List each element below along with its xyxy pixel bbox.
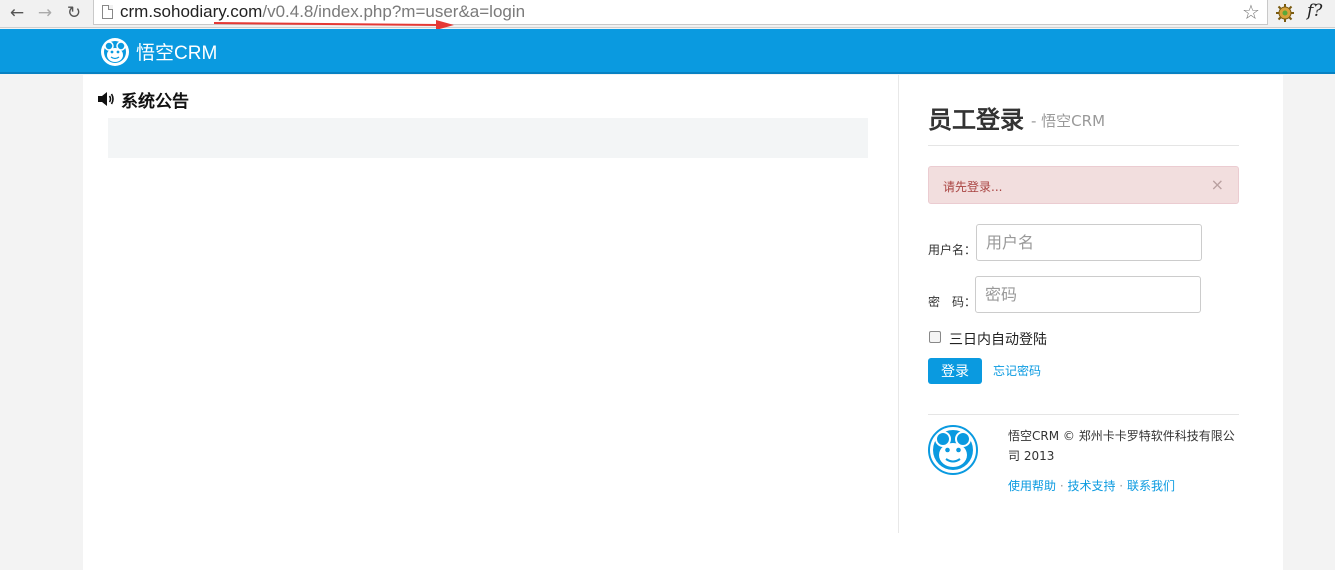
link-separator: ·: [1115, 479, 1127, 493]
alert-text: 请先登录...: [943, 180, 1003, 194]
contact-link[interactable]: 联系我们: [1127, 479, 1175, 493]
reload-icon[interactable]: ↻: [63, 2, 85, 24]
page-icon: [102, 5, 113, 19]
column-divider: [898, 75, 899, 533]
remember-checkbox[interactable]: [929, 331, 941, 343]
back-arrow-icon[interactable]: ←: [6, 2, 28, 24]
support-link[interactable]: 技术支持: [1067, 479, 1115, 493]
notice-list: [108, 118, 868, 158]
url-text[interactable]: crm.sohodiary.com/v0.4.8/index.php?m=use…: [120, 2, 525, 22]
login-title: 员工登录: [928, 106, 1024, 134]
login-button[interactable]: 登录: [928, 358, 982, 384]
title-divider: [928, 145, 1239, 146]
password-label: 密 码：: [928, 295, 977, 309]
footer-divider: [928, 414, 1239, 415]
star-icon[interactable]: ☆: [1242, 1, 1260, 23]
fx-icon[interactable]: f?: [1307, 1, 1322, 21]
monkey-logo-icon[interactable]: [100, 37, 130, 67]
main-content: 系统公告 员工登录 - 悟空CRM 请先登录... × 用户名： 密 码： 三日…: [83, 75, 1283, 570]
login-alert: 请先登录... ×: [928, 166, 1239, 204]
username-input[interactable]: [976, 224, 1202, 261]
address-bar[interactable]: crm.sohodiary.com/v0.4.8/index.php?m=use…: [93, 0, 1268, 30]
help-link[interactable]: 使用帮助: [1008, 479, 1056, 493]
browser-toolbar: ← → ↻ crm.sohodiary.com/v0.4.8/index.php…: [0, 0, 1335, 30]
forgot-password-link[interactable]: 忘记密码: [993, 362, 1041, 379]
speaker-icon: [98, 92, 114, 106]
extension-icon[interactable]: [1275, 3, 1295, 23]
url-host: crm.sohodiary.com: [120, 2, 263, 21]
remember-label[interactable]: 三日内自动登陆: [949, 329, 1047, 349]
copyright-text: 悟空CRM © 郑州卡卡罗特软件科技有限公司 2013: [1008, 429, 1235, 463]
url-path: /v0.4.8/index.php?m=user&a=login: [262, 2, 526, 21]
login-subtitle: - 悟空CRM: [1031, 112, 1106, 130]
link-separator: ·: [1056, 479, 1068, 493]
brand-name[interactable]: 悟空CRM: [136, 38, 217, 65]
forward-arrow-icon[interactable]: →: [34, 2, 56, 24]
top-navbar: 悟空CRM: [0, 29, 1335, 74]
username-label: 用户名：: [928, 243, 977, 257]
password-input[interactable]: [975, 276, 1201, 313]
close-icon[interactable]: ×: [1211, 175, 1224, 194]
notice-title: 系统公告: [121, 92, 189, 112]
monkey-logo-icon: [928, 425, 978, 475]
footer-links: 使用帮助 · 技术支持 · 联系我们: [1008, 477, 1175, 494]
